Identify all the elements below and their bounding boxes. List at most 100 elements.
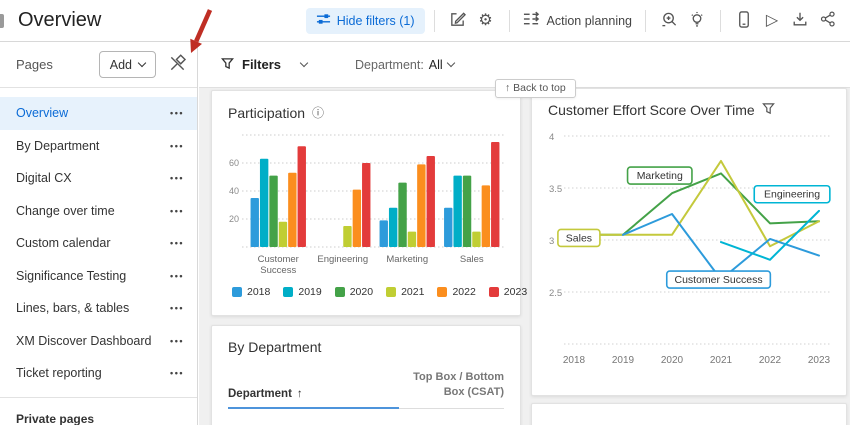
zoom-search-button[interactable] (655, 7, 683, 35)
page-list: Overview ••• By Department ••• Digital C… (0, 88, 197, 390)
legend-item[interactable]: 2018 (232, 286, 270, 298)
svg-text:4: 4 (549, 132, 554, 143)
toolbar-divider (509, 10, 510, 32)
add-page-label: Add (110, 58, 132, 72)
column-label: Department (228, 388, 292, 400)
sidebar-item-label: Overview (16, 106, 68, 120)
info-icon[interactable]: ⓘ (312, 104, 324, 121)
sidebar-item-label: Digital CX (16, 171, 72, 185)
legend-item[interactable]: 2023 (489, 286, 527, 298)
edit-dashboard-button[interactable] (444, 7, 472, 35)
department-column-header[interactable]: Department ↑ (228, 388, 303, 400)
present-button[interactable]: ▷ (758, 7, 786, 35)
department-filter[interactable]: Department: All (355, 58, 454, 72)
settings-button[interactable]: ⚙ (472, 7, 500, 35)
sidebar-item-lines-bars-tables[interactable]: Lines, bars, & tables ••• (0, 292, 197, 325)
legend-item[interactable]: 2020 (335, 286, 373, 298)
legend-item[interactable]: 2022 (437, 286, 475, 298)
legend-item[interactable]: 2019 (283, 286, 321, 298)
department-filter-label: Department: (355, 58, 424, 72)
sidebar-item-change-over-time[interactable]: Change over time ••• (0, 195, 197, 228)
svg-text:Sales: Sales (566, 232, 592, 244)
legend-label: 2020 (350, 286, 373, 298)
funnel-icon[interactable] (762, 102, 775, 118)
more-options-icon[interactable]: ••• (170, 238, 184, 248)
more-options-icon[interactable]: ••• (170, 271, 184, 281)
pages-title: Pages (16, 57, 99, 72)
legend-item[interactable]: 2021 (386, 286, 424, 298)
svg-text:Marketing: Marketing (386, 254, 428, 265)
download-icon (792, 11, 808, 30)
svg-text:20: 20 (229, 214, 239, 224)
svg-text:60: 60 (229, 158, 239, 168)
legend-swatch (386, 287, 396, 297)
chevron-down-icon (138, 58, 146, 66)
phone-icon (737, 11, 751, 31)
back-to-top-button[interactable]: ↑ Back to top (495, 79, 576, 98)
legend-swatch (232, 287, 242, 297)
participation-chart: 204060CustomerSuccessEngineeringMarketin… (228, 129, 506, 277)
action-planning-button[interactable]: Action planning (519, 7, 636, 35)
sort-ascending-icon: ↑ (297, 388, 303, 400)
svg-text:2.5: 2.5 (549, 288, 562, 299)
sidebar-item-overview[interactable]: Overview ••• (0, 97, 197, 130)
pages-sidebar: Pages Add Overview ••• By Department ••• (0, 42, 198, 425)
column-label: Top Box / Bottom (394, 370, 504, 385)
ideas-button[interactable] (683, 7, 711, 35)
legend-swatch (489, 287, 499, 297)
table-row[interactable]: Customer Success 32% (228, 409, 504, 425)
department-filter-value: All (429, 58, 443, 72)
add-page-button[interactable]: Add (99, 51, 156, 78)
hide-filters-label: Hide filters (1) (337, 14, 415, 28)
sidebar-item-significance-testing[interactable]: Significance Testing ••• (0, 260, 197, 293)
svg-text:2021: 2021 (710, 355, 733, 366)
ces-chart: 2.533.54201820192020202120222023SalesMar… (548, 126, 832, 376)
sidebar-item-label: By Department (16, 139, 99, 153)
more-options-icon[interactable]: ••• (170, 141, 184, 151)
participation-card: Participation ⓘ 204060CustomerSuccessEng… (211, 90, 521, 316)
svg-text:2018: 2018 (563, 355, 586, 366)
sidebar-item-label: Lines, bars, & tables (16, 301, 129, 315)
sidebar-item-custom-calendar[interactable]: Custom calendar ••• (0, 227, 197, 260)
more-options-icon[interactable]: ••• (170, 108, 184, 118)
sidebar-item-label: XM Discover Dashboard (16, 334, 151, 348)
share-icon (820, 11, 836, 30)
sidebar-item-label: Significance Testing (16, 269, 126, 283)
download-button[interactable] (786, 7, 814, 35)
more-options-icon[interactable]: ••• (170, 206, 184, 216)
toolbar-divider (645, 10, 646, 32)
sidebar-item-digital-cx[interactable]: Digital CX ••• (0, 162, 197, 195)
more-options-icon[interactable]: ••• (170, 368, 184, 378)
magnifier-plus-icon (661, 11, 678, 31)
participation-card-title: Participation (228, 105, 305, 121)
svg-text:Customer Success: Customer Success (674, 274, 762, 286)
lightbulb-icon (689, 11, 705, 31)
more-options-icon[interactable]: ••• (170, 173, 184, 183)
action-planning-icon (523, 11, 540, 30)
svg-text:3.5: 3.5 (549, 184, 562, 195)
column-label: Box (CSAT) (394, 385, 504, 400)
participation-legend: 2018 2019 2020 2021 2022 2023 (228, 286, 504, 298)
svg-text:2022: 2022 (759, 355, 782, 366)
filters-dropdown[interactable]: Filters (221, 57, 307, 73)
sidebar-item-ticket-reporting[interactable]: Ticket reporting ••• (0, 357, 197, 390)
app-header: Overview Hide filters (1) ⚙ (0, 0, 850, 42)
chevron-down-icon (300, 58, 308, 66)
pages-header: Pages Add (0, 42, 197, 88)
mobile-preview-button[interactable] (730, 7, 758, 35)
main-content: Filters Department: All ↑ Back to top Pa… (199, 42, 850, 425)
hide-filters-button[interactable]: Hide filters (1) (306, 8, 425, 34)
sidebar-item-xm-discover-dashboard[interactable]: XM Discover Dashboard ••• (0, 325, 197, 358)
chevron-down-icon (446, 58, 454, 66)
more-options-icon[interactable]: ••• (170, 303, 184, 313)
share-button[interactable] (814, 7, 842, 35)
sidebar-item-by-department[interactable]: By Department ••• (0, 130, 197, 163)
toolbar-divider (720, 10, 721, 32)
unpin-sidebar-button[interactable] (168, 54, 187, 76)
legend-label: 2021 (401, 286, 424, 298)
page-title: Overview (18, 9, 101, 32)
csat-column-header[interactable]: Top Box / Bottom Box (CSAT) (394, 370, 504, 400)
more-options-icon[interactable]: ••• (170, 336, 184, 346)
svg-text:Engineering: Engineering (764, 189, 820, 201)
legend-label: 2023 (504, 286, 527, 298)
